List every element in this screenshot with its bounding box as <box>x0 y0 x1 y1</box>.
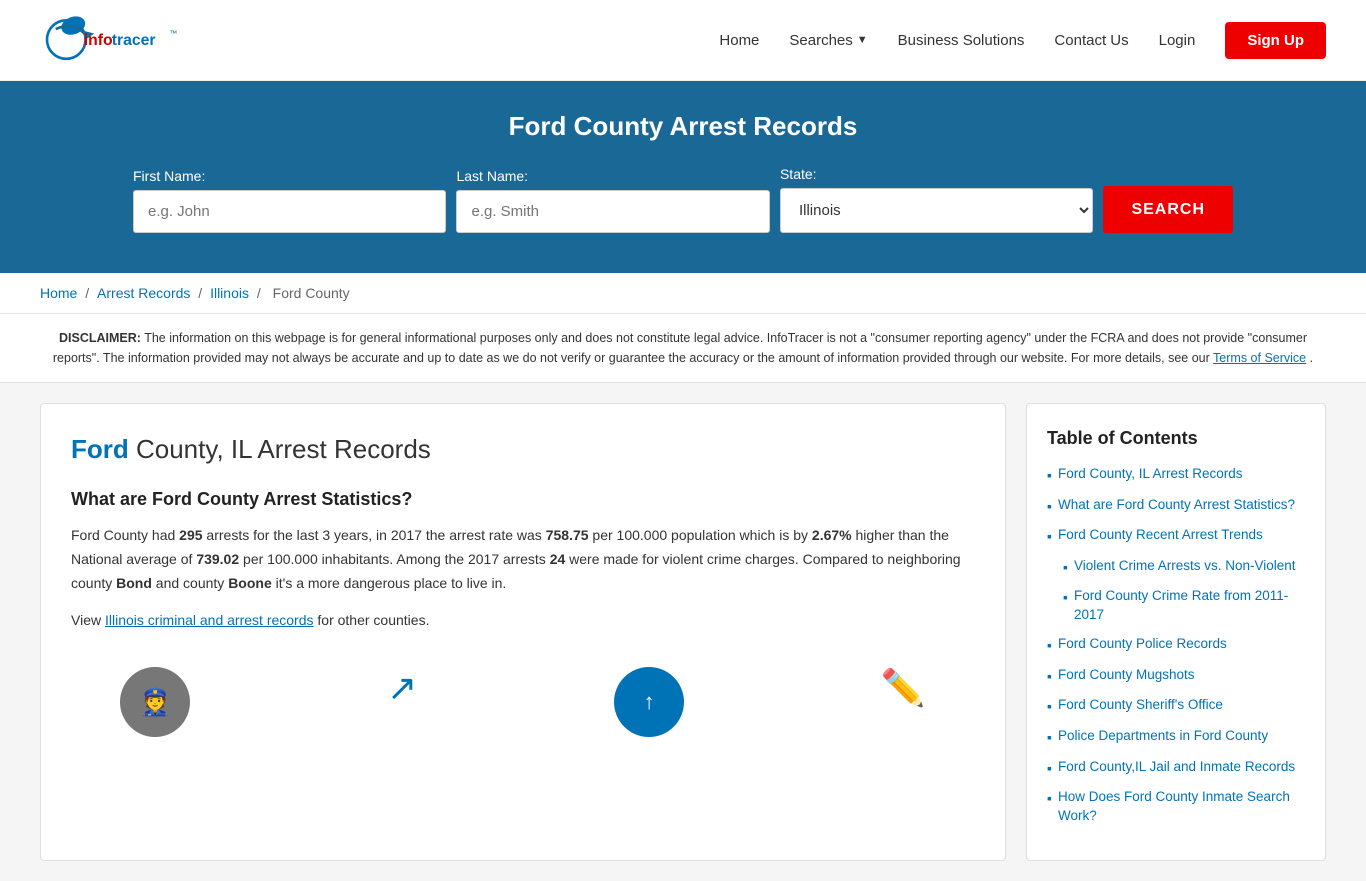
logo[interactable]: info tracer ™ <box>40 10 180 70</box>
toc-link-9[interactable]: Police Departments in Ford County <box>1058 727 1268 746</box>
disclaimer-label: DISCLAIMER: <box>59 331 141 345</box>
nav-login[interactable]: Login <box>1159 32 1196 49</box>
last-name-label: Last Name: <box>456 168 528 184</box>
toc-list: Ford County, IL Arrest Records What are … <box>1047 465 1305 826</box>
hero-title: Ford County Arrest Records <box>40 111 1326 142</box>
main-content: Ford County, IL Arrest Records What are … <box>0 383 1366 881</box>
disclaimer-section: DISCLAIMER: The information on this webp… <box>0 314 1366 383</box>
toc-title: Table of Contents <box>1047 428 1305 449</box>
toc-item-5: Ford County Crime Rate from 2011-2017 <box>1063 587 1305 625</box>
trend-arrow-icon: ↗ <box>387 667 417 709</box>
disclaimer-tos-link[interactable]: Terms of Service <box>1213 351 1306 365</box>
site-header: info tracer ™ Home Searches ▼ Business S… <box>0 0 1366 81</box>
toc-link-10[interactable]: Ford County,IL Jail and Inmate Records <box>1058 758 1295 777</box>
breadcrumb-illinois[interactable]: Illinois <box>210 285 249 301</box>
first-name-input[interactable] <box>133 190 446 233</box>
icon-item-1: 👮 <box>120 667 190 737</box>
last-name-group: Last Name: <box>456 168 769 233</box>
state-select[interactable]: Illinois Alabama Alaska Arizona Californ… <box>780 188 1093 233</box>
toc-item-3: Ford County Recent Arrest Trends <box>1047 526 1305 547</box>
search-button[interactable]: SEARCH <box>1103 186 1233 233</box>
svg-text:™: ™ <box>170 29 178 38</box>
breadcrumb-sep2: / <box>198 285 206 301</box>
main-nav: Home Searches ▼ Business Solutions Conta… <box>719 22 1326 59</box>
nav-searches[interactable]: Searches ▼ <box>789 32 867 49</box>
toc-link-6[interactable]: Ford County Police Records <box>1058 635 1227 654</box>
breadcrumb-sep3: / <box>257 285 265 301</box>
nav-contact-us[interactable]: Contact Us <box>1054 32 1128 49</box>
breadcrumb-sep1: / <box>85 285 93 301</box>
toc-link-4[interactable]: Violent Crime Arrests vs. Non-Violent <box>1074 557 1296 576</box>
toc-link-8[interactable]: Ford County Sheriff's Office <box>1058 696 1223 715</box>
article-title-rest: County, IL Arrest Records <box>129 434 431 464</box>
toc-item-7: Ford County Mugshots <box>1047 666 1305 687</box>
state-group: State: Illinois Alabama Alaska Arizona C… <box>780 166 1093 233</box>
article-title-highlight: Ford <box>71 434 129 464</box>
icon-item-2: ↗ <box>387 667 417 737</box>
breadcrumb-arrest-records[interactable]: Arrest Records <box>97 285 190 301</box>
first-name-label: First Name: <box>133 168 205 184</box>
article-section: Ford County, IL Arrest Records What are … <box>40 403 1006 861</box>
article-paragraph2: View Illinois criminal and arrest record… <box>71 609 975 633</box>
icons-row: 👮 ↗ ↑ ✏️ <box>71 647 975 737</box>
icon-item-3: ↑ <box>614 667 684 737</box>
last-name-input[interactable] <box>456 190 769 233</box>
toc-link-5[interactable]: Ford County Crime Rate from 2011-2017 <box>1074 587 1305 625</box>
toc-section: Table of Contents Ford County, IL Arrest… <box>1026 403 1326 861</box>
svg-text:tracer: tracer <box>112 32 156 49</box>
toc-link-2[interactable]: What are Ford County Arrest Statistics? <box>1058 496 1295 515</box>
svg-text:info: info <box>84 32 113 49</box>
illinois-records-link[interactable]: Illinois criminal and arrest records <box>105 612 314 628</box>
breadcrumb: Home / Arrest Records / Illinois / Ford … <box>0 273 1366 314</box>
section1-heading: What are Ford County Arrest Statistics? <box>71 489 975 510</box>
disclaimer-suffix: . <box>1310 351 1313 365</box>
state-label: State: <box>780 166 817 182</box>
nav-signup[interactable]: Sign Up <box>1225 22 1326 59</box>
toc-link-1[interactable]: Ford County, IL Arrest Records <box>1058 465 1243 484</box>
toc-item-11: How Does Ford County Inmate Search Work? <box>1047 788 1305 826</box>
toc-item-6: Ford County Police Records <box>1047 635 1305 656</box>
nav-business-solutions[interactable]: Business Solutions <box>898 32 1025 49</box>
toc-item-2: What are Ford County Arrest Statistics? <box>1047 496 1305 517</box>
hero-section: Ford County Arrest Records First Name: L… <box>0 81 1366 273</box>
breadcrumb-home[interactable]: Home <box>40 285 77 301</box>
disclaimer-text: The information on this webpage is for g… <box>53 331 1307 365</box>
nav-searches-link[interactable]: Searches <box>789 32 852 49</box>
para2-suffix: for other counties. <box>314 612 430 628</box>
article-paragraph1: Ford County had 295 arrests for the last… <box>71 524 975 595</box>
article-title: Ford County, IL Arrest Records <box>71 434 975 465</box>
toc-link-7[interactable]: Ford County Mugshots <box>1058 666 1195 685</box>
first-name-group: First Name: <box>133 168 446 233</box>
icon-item-4: ✏️ <box>881 667 926 737</box>
toc-item-1: Ford County, IL Arrest Records <box>1047 465 1305 486</box>
toc-item-8: Ford County Sheriff's Office <box>1047 696 1305 717</box>
pencil-icon: ✏️ <box>881 667 926 709</box>
chevron-down-icon: ▼ <box>857 34 868 46</box>
toc-link-3[interactable]: Ford County Recent Arrest Trends <box>1058 526 1263 545</box>
scroll-top-icon[interactable]: ↑ <box>614 667 684 737</box>
toc-item-4: Violent Crime Arrests vs. Non-Violent <box>1063 557 1305 578</box>
toc-item-9: Police Departments in Ford County <box>1047 727 1305 748</box>
search-form: First Name: Last Name: State: Illinois A… <box>133 166 1233 233</box>
para2-prefix: View <box>71 612 105 628</box>
nav-home[interactable]: Home <box>719 32 759 49</box>
breadcrumb-ford-county: Ford County <box>273 285 350 301</box>
toc-link-11[interactable]: How Does Ford County Inmate Search Work? <box>1058 788 1305 826</box>
arrest-stats-icon: 👮 <box>120 667 190 737</box>
